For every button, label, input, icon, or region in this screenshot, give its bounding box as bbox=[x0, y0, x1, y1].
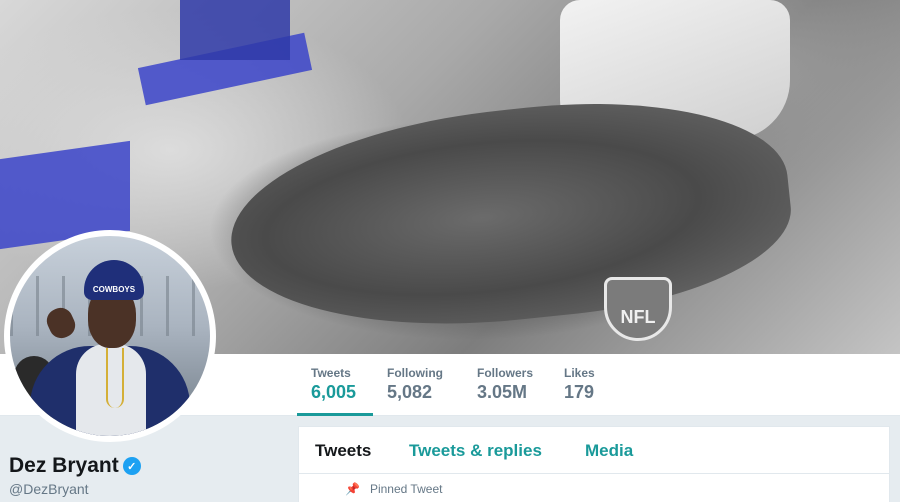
stat-label: Followers bbox=[477, 366, 534, 380]
stat-following[interactable]: Following 5,082 bbox=[373, 354, 463, 416]
nfl-logo: NFL bbox=[604, 277, 672, 341]
tab-media[interactable]: Media bbox=[585, 441, 633, 461]
stat-tweets[interactable]: Tweets 6,005 bbox=[297, 354, 373, 416]
profile-handle[interactable]: @DezBryant bbox=[9, 481, 89, 497]
nfl-logo-text: NFL bbox=[620, 307, 656, 327]
stat-likes[interactable]: Likes 179 bbox=[550, 354, 610, 416]
stat-value: 5,082 bbox=[387, 382, 433, 402]
avatar-chain bbox=[106, 348, 124, 408]
arm-shape bbox=[220, 81, 800, 349]
avatar-hat-text: COWBOYS bbox=[92, 285, 136, 294]
pin-icon: 📌 bbox=[345, 482, 360, 496]
tab-tweets-and-replies[interactable]: Tweets & replies bbox=[409, 441, 542, 461]
profile-name-row: Dez Bryant ✓ bbox=[9, 454, 141, 478]
timeline-tabs: Tweets Tweets & replies Media bbox=[299, 427, 889, 474]
stat-followers[interactable]: Followers 3.05M bbox=[463, 354, 550, 416]
stat-value: 179 bbox=[564, 382, 595, 402]
verified-check-icon: ✓ bbox=[122, 457, 141, 475]
avatar-hat: COWBOYS bbox=[84, 260, 144, 300]
pinned-tweet-label: Pinned Tweet bbox=[369, 482, 443, 496]
timeline: Tweets Tweets & replies Media 📌 Pinned T… bbox=[298, 426, 890, 502]
stat-label: Likes bbox=[564, 366, 595, 380]
stat-label: Tweets bbox=[311, 366, 351, 380]
avatar-image: COWBOYS bbox=[10, 236, 210, 436]
stat-label: Following bbox=[387, 366, 443, 380]
profile-avatar[interactable]: COWBOYS bbox=[4, 230, 216, 442]
stat-value: 6,005 bbox=[311, 382, 357, 402]
stat-value: 3.05M bbox=[477, 382, 528, 402]
jersey-stripe bbox=[180, 0, 290, 60]
tab-tweets[interactable]: Tweets bbox=[315, 441, 371, 461]
profile-name[interactable]: Dez Bryant bbox=[9, 454, 119, 478]
pinned-tweet-context: 📌 Pinned Tweet bbox=[345, 482, 442, 496]
